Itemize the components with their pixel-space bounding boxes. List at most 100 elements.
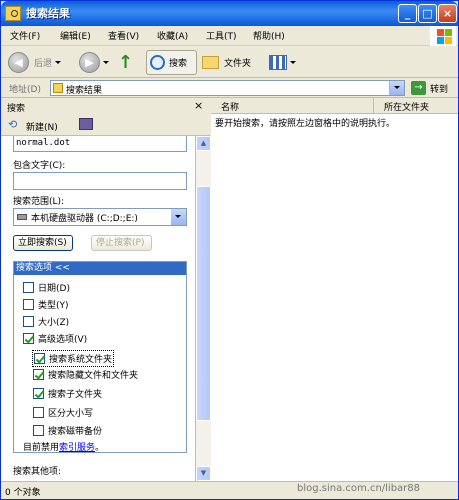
- watermark-text: blog.sina.com.cn/libar88: [297, 483, 421, 494]
- checkbox[interactable]: [33, 425, 44, 436]
- checkbox[interactable]: [33, 407, 44, 418]
- option-label: 搜索子文件夹: [48, 390, 103, 400]
- scope-value: 本机硬盘驱动器 (C:;D:;E:): [31, 214, 138, 224]
- address-input[interactable]: 搜索结果: [50, 80, 405, 96]
- search-pane-scrollbar[interactable]: ▲ ▼: [196, 136, 211, 481]
- checkbox[interactable]: [33, 388, 44, 399]
- column-folder-header[interactable]: 所在文件夹: [384, 100, 429, 113]
- title-bar[interactable]: 搜索结果 _ □ ×: [1, 1, 458, 26]
- book-icon[interactable]: [79, 118, 93, 130]
- back-button[interactable]: ◀ 后退: [8, 50, 62, 75]
- address-label: 地址(D): [9, 85, 41, 95]
- option-size[interactable]: 大小(Z): [23, 315, 69, 328]
- chevron-down-icon: [103, 61, 109, 64]
- column-divider[interactable]: [373, 98, 374, 113]
- folders-button[interactable]: 文件夹: [202, 50, 251, 75]
- menu-edit[interactable]: 编辑(E): [60, 29, 91, 42]
- search-button[interactable]: 搜索: [146, 50, 197, 75]
- window-title: 搜索结果: [26, 7, 70, 20]
- new-search-button[interactable]: 新建(N): [26, 120, 58, 133]
- option-search-system-folders[interactable]: 搜索系统文件夹: [32, 350, 115, 367]
- stop-search-button[interactable]: 停止搜索(P): [91, 235, 152, 251]
- up-folder-icon: ↑: [118, 52, 134, 73]
- chevron-down-icon: [55, 61, 62, 64]
- index-service-link[interactable]: 索引服务: [59, 443, 95, 453]
- option-advanced[interactable]: 高级选项(V): [23, 332, 87, 345]
- menu-favorites[interactable]: 收藏(A): [157, 29, 188, 42]
- option-date[interactable]: 日期(D): [23, 281, 70, 294]
- filename-value: normal.dot: [16, 138, 71, 148]
- go-arrow-icon[interactable]: →: [411, 81, 426, 95]
- results-list[interactable]: 要开始搜索，请按照左边窗格中的说明执行。: [211, 114, 458, 481]
- option-label: 类型(Y): [38, 301, 69, 311]
- chevron-down-icon: [394, 86, 400, 89]
- search-folder-icon: [53, 83, 63, 93]
- index-suffix: 。: [95, 443, 105, 453]
- scope-dropdown[interactable]: 本机硬盘驱动器 (C:;D:;E:): [13, 208, 187, 226]
- hard-drive-icon: [17, 214, 27, 220]
- close-pane-icon[interactable]: ×: [194, 99, 203, 112]
- menu-view[interactable]: 查看(V): [108, 29, 139, 42]
- go-button-label[interactable]: 转到: [430, 82, 448, 95]
- option-label: 高级选项(V): [38, 335, 88, 345]
- checkbox[interactable]: [23, 299, 34, 310]
- back-label: 后退: [34, 59, 53, 69]
- menu-file[interactable]: 文件(F): [10, 29, 40, 42]
- search-pane-title: 搜索: [7, 104, 26, 114]
- column-name-header[interactable]: 名称: [221, 100, 239, 113]
- explorer-window: 搜索结果 _ □ × 文件(F) 编辑(E) 查看(V) 收藏(A) 工具(T)…: [0, 0, 459, 500]
- address-bar: 地址(D) 搜索结果 → 转到: [1, 78, 458, 98]
- checkbox[interactable]: [33, 369, 44, 380]
- close-button[interactable]: ×: [438, 4, 457, 23]
- option-type[interactable]: 类型(Y): [23, 298, 69, 311]
- address-value: 搜索结果: [66, 86, 103, 96]
- chevron-down-icon: [175, 215, 181, 218]
- menu-tools[interactable]: 工具(T): [206, 29, 237, 42]
- contains-label: 包含文字(C):: [13, 161, 66, 171]
- option-label: 搜索隐藏文件和文件夹: [48, 371, 139, 381]
- scroll-thumb[interactable]: [196, 186, 211, 421]
- views-button[interactable]: [269, 50, 296, 75]
- folder-icon: [202, 56, 219, 69]
- new-search-icon: ⟲: [8, 118, 18, 131]
- option-search-hidden[interactable]: 搜索隐藏文件和文件夹: [33, 368, 138, 381]
- option-label: 日期(D): [38, 284, 70, 294]
- minimize-button[interactable]: _: [398, 4, 417, 23]
- option-search-subfolders[interactable]: 搜索子文件夹: [33, 387, 102, 400]
- back-arrow-icon: ◀: [8, 52, 29, 73]
- folders-label: 文件夹: [224, 59, 252, 69]
- windows-logo-icon: [430, 26, 456, 46]
- scope-label: 搜索范围(L):: [13, 197, 65, 207]
- option-search-tape-backup[interactable]: 搜索磁带备份: [33, 424, 102, 437]
- filename-field[interactable]: normal.dot: [13, 136, 187, 152]
- search-pane-toolbar: ⟲ 新建(N): [1, 114, 210, 136]
- checkbox[interactable]: [23, 316, 34, 327]
- forward-button[interactable]: ▶: [79, 50, 109, 75]
- scope-dropdown-button[interactable]: [171, 209, 186, 225]
- search-now-button[interactable]: 立即搜索(S): [13, 235, 73, 251]
- up-button[interactable]: ↑: [118, 50, 133, 75]
- maximize-button[interactable]: □: [418, 4, 437, 23]
- search-icon: [150, 55, 165, 70]
- address-dropdown-button[interactable]: [389, 81, 404, 95]
- empty-results-message: 要开始搜索，请按照左边窗格中的说明执行。: [215, 119, 396, 129]
- search-folder-icon: [5, 6, 21, 21]
- checkbox[interactable]: [23, 282, 34, 293]
- option-label: 大小(Z): [38, 318, 70, 328]
- view-grid-icon: [269, 55, 287, 70]
- menu-help[interactable]: 帮助(H): [253, 29, 285, 42]
- search-label: 搜索: [169, 59, 188, 69]
- checkbox[interactable]: [23, 333, 34, 344]
- search-pane-header: 搜索 ×: [1, 98, 210, 114]
- forward-arrow-icon: ▶: [79, 52, 100, 73]
- results-column-headers: 名称 所在文件夹: [211, 98, 458, 114]
- option-case-sensitive[interactable]: 区分大小写: [33, 406, 93, 419]
- search-options-toggle[interactable]: 搜索选项 <<: [14, 262, 186, 275]
- object-count: 0 个对象: [5, 488, 41, 498]
- search-pane: normal.dot 包含文字(C): 搜索范围(L): 本机硬盘驱动器 (C:…: [1, 136, 196, 481]
- contains-text-input[interactable]: [13, 172, 187, 190]
- checkbox[interactable]: [34, 353, 45, 364]
- scroll-up-button[interactable]: ▲: [196, 136, 211, 151]
- scroll-down-button[interactable]: ▼: [196, 466, 211, 481]
- option-label: 搜索系统文件夹: [49, 355, 113, 365]
